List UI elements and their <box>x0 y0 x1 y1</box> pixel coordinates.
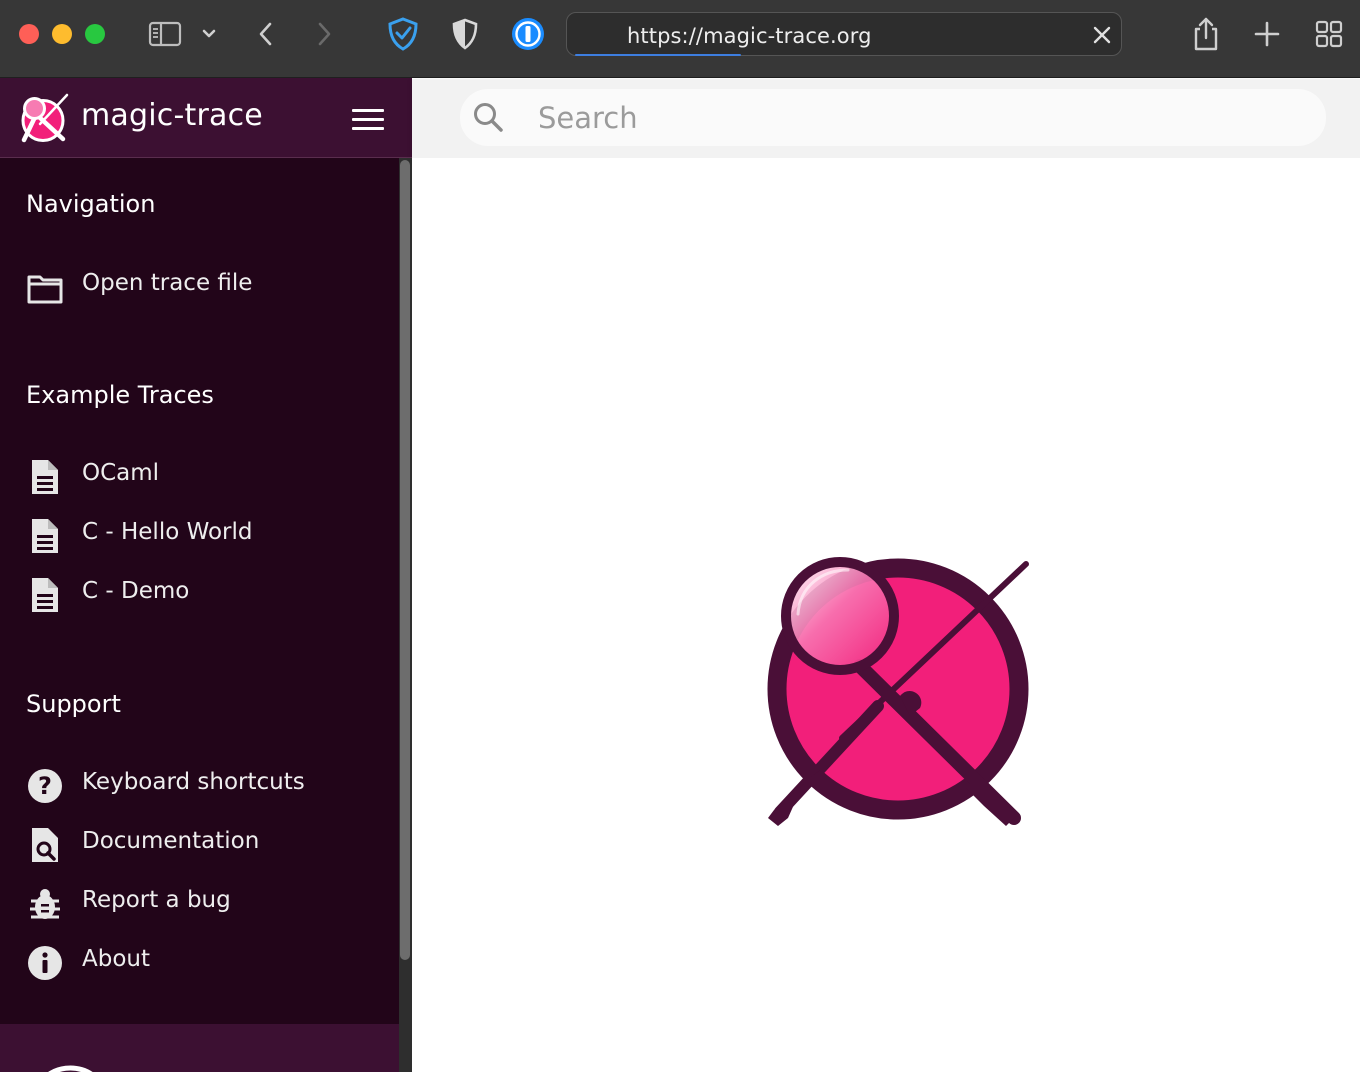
search-box[interactable] <box>460 89 1326 146</box>
hamburger-menu-button[interactable] <box>352 108 386 132</box>
section-title-example-traces: Example Traces <box>26 381 214 409</box>
forward-icon <box>318 22 331 46</box>
clear-url-button[interactable] <box>1089 15 1115 55</box>
magic-trace-logo-icon[interactable] <box>20 93 70 143</box>
sidebar-item-label: Report a bug <box>82 887 231 913</box>
footer-logo-icon <box>48 1065 93 1072</box>
url-text[interactable]: https://magic-trace.org <box>627 24 872 48</box>
forward-button[interactable] <box>310 14 338 54</box>
minimize-window-button[interactable] <box>52 24 72 44</box>
sidebar-item-open-trace-file[interactable]: Open trace file <box>0 260 398 310</box>
search-icon <box>474 103 503 132</box>
sidebar-item-ocaml[interactable]: OCaml <box>0 450 398 500</box>
share-icon <box>1194 17 1218 51</box>
close-window-button[interactable] <box>19 24 39 44</box>
bug-icon <box>30 889 60 919</box>
sidebar-item-label: Keyboard shortcuts <box>82 769 305 795</box>
sidebar-item-c-demo[interactable]: C - Demo <box>0 568 398 618</box>
sidebar-item-documentation[interactable]: Documentation <box>0 818 398 868</box>
sidebar-item-about[interactable]: About <box>0 936 398 986</box>
section-title-navigation: Navigation <box>26 190 156 218</box>
sidebar-item-label: OCaml <box>82 460 160 486</box>
new-tab-icon <box>1254 21 1280 47</box>
browser-toolbar: https://magic-trace.org <box>0 0 1360 78</box>
file-icon <box>32 519 58 553</box>
tab-overview-icon <box>1315 20 1343 48</box>
sidebar-item-label: Open trace file <box>82 270 253 296</box>
main-content <box>412 158 1360 1072</box>
sidebar-scrollbar-thumb[interactable] <box>400 160 410 960</box>
password-manager-button[interactable] <box>509 14 547 54</box>
privacy-extension-button[interactable] <box>384 14 422 54</box>
share-button[interactable] <box>1188 14 1224 54</box>
sidebar-header: magic-trace <box>0 78 412 158</box>
chevron-down-icon <box>202 29 216 38</box>
new-tab-button[interactable] <box>1250 14 1284 54</box>
sidebar-toggle-button[interactable] <box>146 14 184 54</box>
documentation-icon <box>32 828 58 862</box>
password-manager-icon <box>512 18 544 50</box>
sidebar-menu-button[interactable] <box>198 14 220 54</box>
file-icon <box>32 578 58 612</box>
privacy-shield-icon <box>388 17 418 51</box>
hamburger-icon <box>352 109 384 112</box>
section-title-support: Support <box>26 690 121 718</box>
svg-text:?: ? <box>38 772 52 800</box>
content-blocker-button[interactable] <box>448 14 482 54</box>
sidebar-item-report-a-bug[interactable]: Report a bug <box>0 877 398 927</box>
hamburger-icon-middle <box>352 118 384 121</box>
file-icon <box>32 460 58 494</box>
shield-icon <box>452 18 478 50</box>
page-load-indicator <box>575 54 741 56</box>
top-bar <box>412 79 1360 158</box>
hamburger-icon-bottom <box>352 127 384 130</box>
info-icon <box>28 946 62 980</box>
sidebar-item-label: C - Hello World <box>82 519 253 545</box>
back-button[interactable] <box>252 14 280 54</box>
sidebar-item-keyboard-shortcuts[interactable]: ? Keyboard shortcuts <box>0 759 398 809</box>
search-input[interactable] <box>536 95 1300 141</box>
sidebar-toggle-icon <box>148 21 182 47</box>
help-icon: ? <box>28 769 62 803</box>
folder-icon <box>27 275 63 304</box>
sidebar-footer <box>0 1024 400 1072</box>
zoom-window-button[interactable] <box>85 24 105 44</box>
sidebar-item-label: C - Demo <box>82 578 190 604</box>
clear-icon <box>1093 26 1111 44</box>
magic-trace-hero-logo <box>767 557 1029 826</box>
tab-overview-button[interactable] <box>1312 14 1346 54</box>
sidebar-item-c-hello-world[interactable]: C - Hello World <box>0 509 398 559</box>
address-bar[interactable]: https://magic-trace.org <box>566 12 1122 56</box>
sidebar-item-label: About <box>82 946 151 972</box>
back-icon <box>259 22 272 46</box>
sidebar-item-label: Documentation <box>82 828 260 854</box>
sidebar: Navigation Open trace file Example Trace… <box>0 158 400 1072</box>
app-title[interactable]: magic-trace <box>81 98 263 133</box>
